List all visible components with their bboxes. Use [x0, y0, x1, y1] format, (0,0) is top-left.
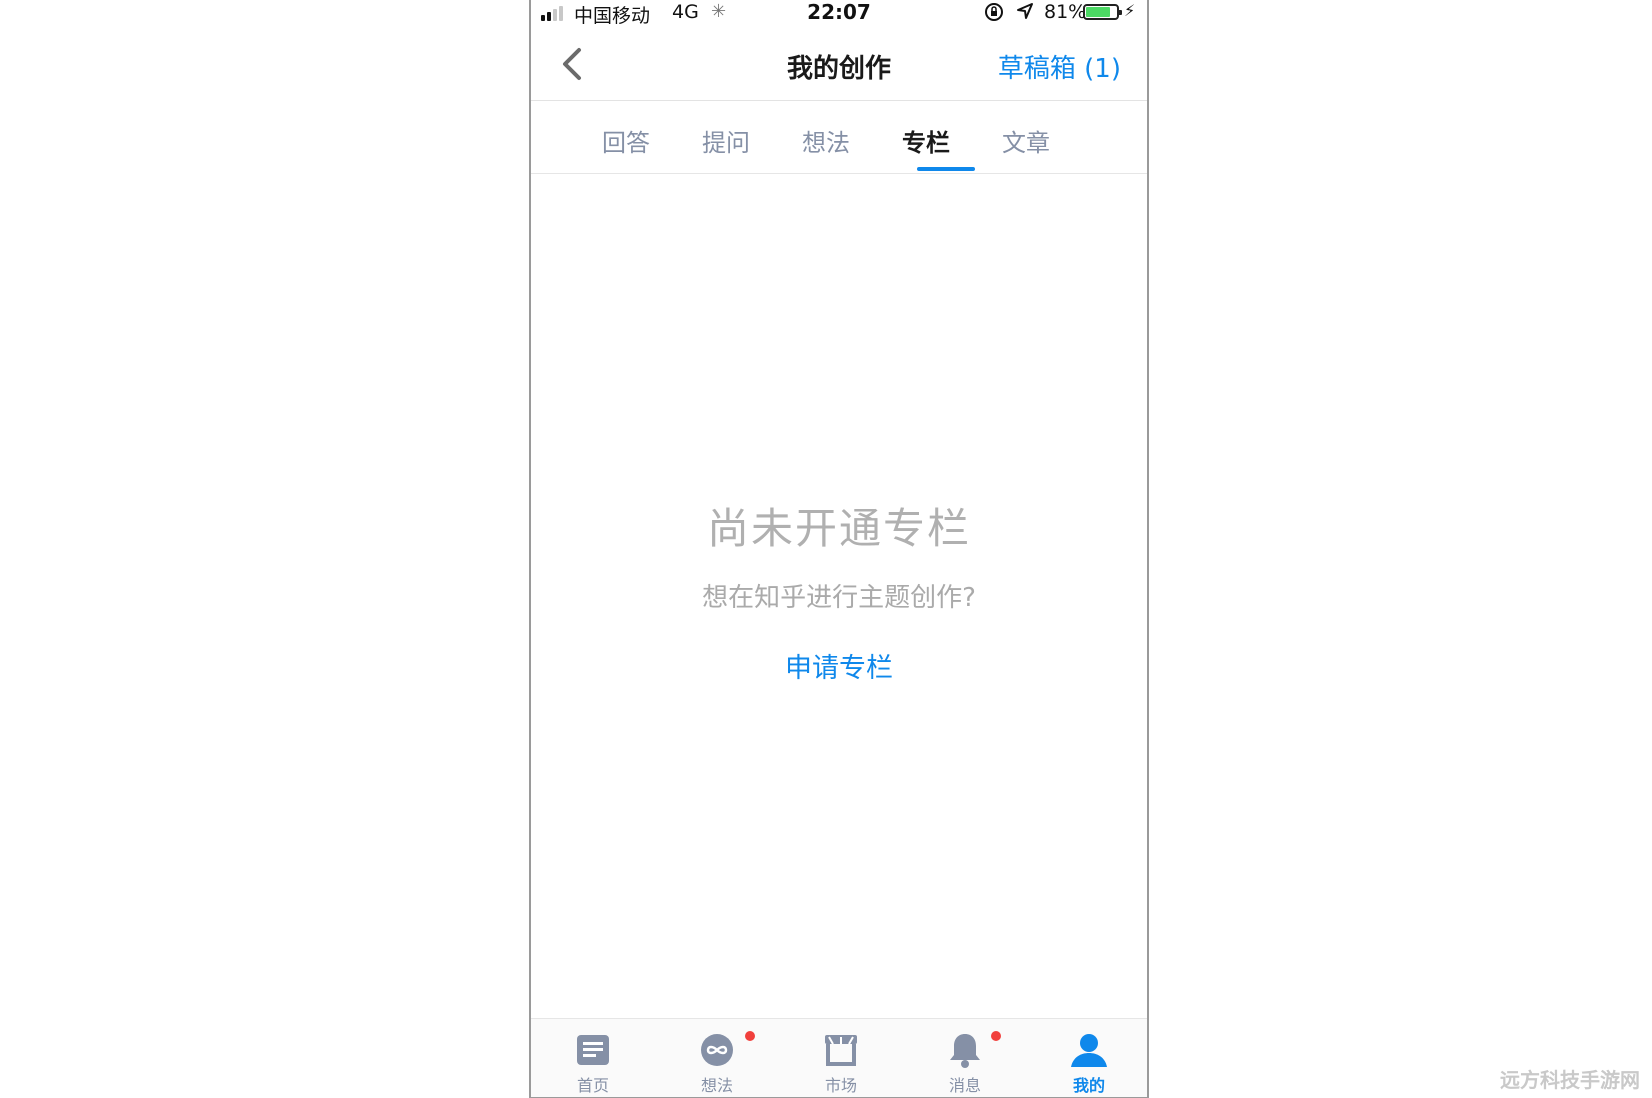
tabbar-me[interactable]: 我的 [1027, 1019, 1151, 1097]
empty-state-subtitle: 想在知乎进行主题创作? [702, 583, 976, 613]
market-store-icon [825, 1035, 857, 1066]
nav-bar: 我的创作 草稿箱 (1) [531, 30, 1147, 101]
tabbar-home[interactable]: 首页 [531, 1019, 655, 1097]
apply-column-link[interactable]: 申请专栏 [531, 646, 1147, 685]
tabbar-market-label: 市场 [824, 1076, 857, 1095]
tabbar-market[interactable]: 市场 [779, 1019, 903, 1097]
tab-ideas[interactable]: 想法 [786, 123, 866, 158]
tab-answers[interactable]: 回答 [586, 123, 666, 158]
tabbar-messages-label: 消息 [948, 1076, 981, 1095]
empty-state-title: 尚未开通专栏 [706, 504, 971, 553]
tabbar-ideas[interactable]: 想法 [655, 1019, 779, 1097]
charging-bolt-icon: ⚡ [1124, 1, 1136, 20]
messages-badge [991, 1031, 1001, 1041]
bell-icon [950, 1034, 980, 1068]
ideas-icon [701, 1034, 733, 1066]
watermark-text: 远方科技手游网 [1500, 1068, 1640, 1092]
tabbar-ideas-label: 想法 [700, 1076, 733, 1095]
tab-questions[interactable]: 提问 [686, 123, 766, 158]
status-bar: 中国移动 4G ✳ 22:07 81% ⚡ [531, 0, 1147, 28]
ideas-badge [745, 1031, 755, 1041]
active-tab-indicator [917, 167, 975, 171]
home-feed-icon [577, 1035, 609, 1065]
bottom-tab-bar: 首页 想法 市场 消息 我的 [531, 1018, 1147, 1097]
battery-icon [1083, 4, 1122, 20]
tabbar-me-label: 我的 [1072, 1076, 1105, 1095]
tab-articles[interactable]: 文章 [986, 123, 1066, 158]
content-tabs: 回答 提问 想法 专栏 文章 [531, 101, 1147, 174]
location-arrow-icon [1015, 1, 1035, 26]
user-icon [1071, 1034, 1107, 1067]
tabbar-home-label: 首页 [576, 1076, 609, 1095]
rotation-lock-icon [983, 1, 1005, 28]
phone-screen: 中国移动 4G ✳ 22:07 81% ⚡ 我的创作 草稿箱 (1) 回答 提问… [529, 0, 1149, 1098]
drafts-button[interactable]: 草稿箱 (1) [998, 48, 1121, 85]
tab-columns[interactable]: 专栏 [886, 123, 966, 158]
battery-percent: 81% [1044, 1, 1087, 23]
tabbar-messages[interactable]: 消息 [903, 1019, 1027, 1097]
